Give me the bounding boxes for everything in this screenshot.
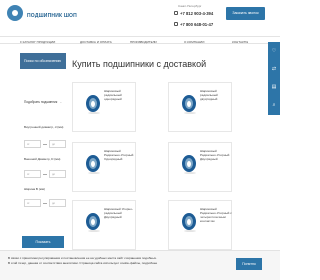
bearing-image xyxy=(182,213,196,232)
city-label: Санкт-Петербург xyxy=(178,4,202,8)
bearing-image xyxy=(86,155,100,174)
site-header: ПОДШИПНИК ШОП Санкт-Петербург +7 812 903… xyxy=(0,0,280,30)
range-separator xyxy=(43,203,47,204)
phone-icon xyxy=(174,11,178,15)
filter-title: Подобрать подшипник xyxy=(24,100,58,104)
product-card[interactable]: Шариковый Радиально-Упорный с четырехточ… xyxy=(168,200,232,250)
page-title: Купить подшипники с доставкой xyxy=(72,59,207,69)
range-separator xyxy=(43,174,47,175)
width-label: Ширина B (мм) xyxy=(24,187,45,191)
apply-filter-button[interactable]: Показать xyxy=(22,236,64,248)
product-name[interactable]: Шариковый Упорно-радиальный Двухрядный xyxy=(104,207,136,219)
inner-diameter-to-input[interactable]: до xyxy=(49,140,66,148)
width-to-input[interactable]: до xyxy=(49,199,66,207)
product-name[interactable]: Шариковый радиальный двухрядный xyxy=(200,89,232,101)
product-name[interactable]: Шариковый Радиально-Упорный Однорядный xyxy=(104,149,136,161)
product-name[interactable]: Шариковый радиальный однорядный xyxy=(104,89,136,101)
logo-text[interactable]: ПОДШИПНИК ШОП xyxy=(27,13,77,19)
product-name[interactable]: Шариковый Радиально-Упорный с четырехточ… xyxy=(200,207,232,223)
nav-item-catalog[interactable]: ≡ КАТАЛОГ ПРОДУКЦИИ xyxy=(20,40,55,44)
cart-icon[interactable]: ▤ xyxy=(271,84,277,90)
bearing-image xyxy=(86,213,100,232)
nav-item-about[interactable]: О КОМПАНИИ xyxy=(184,40,204,44)
outer-diameter-from-input[interactable]: от xyxy=(24,170,41,178)
main-nav: ≡ КАТАЛОГ ПРОДУКЦИИ ДОСТАВКА И ОПЛАТА ПР… xyxy=(0,36,280,44)
cookie-text: В связи с принятием регулирования и пост… xyxy=(8,256,158,265)
nav-item-manufacturers[interactable]: ПРОИЗВОДИТЕЛИ xyxy=(130,40,157,44)
cookie-banner: В связи с принятием регулирования и пост… xyxy=(0,250,280,280)
product-card[interactable]: Шариковый Упорно-радиальный Двухрядный xyxy=(72,200,136,250)
product-name[interactable]: Шариковый Радиально-Упорный Двухрядный xyxy=(200,149,232,161)
width-from-input[interactable]: от xyxy=(24,199,41,207)
search-box-label: Поиск по обозначению xyxy=(24,59,62,63)
inner-diameter-from-input[interactable]: от xyxy=(24,140,41,148)
outer-diameter-to-input[interactable]: до xyxy=(49,170,66,178)
bearing-image xyxy=(86,95,100,114)
bearing-image xyxy=(182,155,196,174)
logo-icon[interactable] xyxy=(7,5,23,21)
product-card[interactable]: Шариковый радиальный двухрядный xyxy=(168,82,232,132)
filter-collapse-toggle[interactable]: − xyxy=(60,100,62,104)
nav-item-delivery[interactable]: ДОСТАВКА И ОПЛАТА xyxy=(80,40,112,44)
bearing-image xyxy=(182,95,196,114)
range-separator xyxy=(43,144,47,145)
product-card[interactable]: Шариковый Радиально-Упорный Двухрядный xyxy=(168,142,232,192)
phone-number-1[interactable]: +7 812 903-4-394 xyxy=(180,11,213,16)
floating-side-panel: ♡ ⇄ ▤ ⌕ xyxy=(268,42,280,115)
phone-number-2[interactable]: +7 800 648-01-47 xyxy=(180,22,213,27)
nav-item-contacts[interactable]: КОНТАКТЫ xyxy=(232,40,248,44)
callback-button[interactable]: Заказать звонок xyxy=(226,7,265,20)
phone-icon xyxy=(174,22,178,26)
product-card[interactable]: Шариковый Радиально-Упорный Однорядный xyxy=(72,142,136,192)
product-card[interactable]: Шариковый радиальный однорядный xyxy=(72,82,136,132)
inner-diameter-label: Внутренний диаметр, d (мм) xyxy=(24,125,64,129)
search-icon[interactable]: ⌕ xyxy=(271,102,277,108)
cookie-accept-button[interactable]: Понятно xyxy=(236,258,262,270)
heart-icon[interactable]: ♡ xyxy=(271,48,277,54)
compare-icon[interactable]: ⇄ xyxy=(271,66,277,72)
outer-diameter-label: Внешний Диаметр, D (мм) xyxy=(24,157,61,161)
designation-search-button[interactable]: Поиск по обозначению xyxy=(20,53,66,69)
